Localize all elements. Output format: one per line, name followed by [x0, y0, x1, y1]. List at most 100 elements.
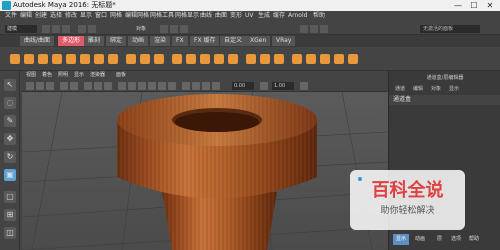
redo-icon[interactable]: [88, 25, 96, 33]
poly-sphere-icon[interactable]: [10, 54, 20, 64]
new-scene-icon[interactable]: [42, 25, 50, 33]
camera-icon[interactable]: [26, 82, 34, 90]
layer-menu-layers[interactable]: 层: [437, 234, 442, 245]
shelf-tab-animation[interactable]: 动画: [128, 36, 149, 46]
save-scene-icon[interactable]: [62, 25, 70, 33]
viewport-menu-show[interactable]: 显示: [74, 71, 84, 80]
scale-tool-icon[interactable]: ▣: [4, 169, 16, 181]
camera-lock-icon[interactable]: [36, 82, 44, 90]
menu-cache[interactable]: 缓存: [273, 11, 285, 21]
bridge-icon[interactable]: [186, 54, 196, 64]
viewport-menu-shading[interactable]: 着色: [42, 71, 52, 80]
menu-mesh-display[interactable]: 网格显示: [175, 11, 199, 21]
menu-modify[interactable]: 修改: [65, 11, 77, 21]
textured-icon[interactable]: [138, 82, 146, 90]
menu-mesh-tools[interactable]: 网格工具: [150, 11, 174, 21]
viewport-menu-lighting[interactable]: 照明: [58, 71, 68, 80]
backface-icon[interactable]: [212, 82, 220, 90]
smooth-icon[interactable]: [154, 54, 164, 64]
snap-grid-icon[interactable]: [160, 25, 168, 33]
select-tool-icon[interactable]: ↖: [4, 79, 16, 91]
lights-icon[interactable]: [148, 82, 156, 90]
channel-menu-edit[interactable]: 编辑: [413, 85, 423, 93]
snap-point-icon[interactable]: [180, 25, 188, 33]
snap-curve-icon[interactable]: [170, 25, 178, 33]
shelf-tab-rendering[interactable]: 渲染: [150, 36, 171, 46]
render-icon[interactable]: [300, 25, 308, 33]
layout-single-icon[interactable]: ▢: [4, 191, 16, 203]
resolution-gate-icon[interactable]: [94, 82, 102, 90]
xray-joints-icon[interactable]: [202, 82, 210, 90]
cylindrical-map-icon[interactable]: [334, 54, 344, 64]
smooth-shade-icon[interactable]: [128, 82, 136, 90]
poly-plane-icon[interactable]: [80, 54, 90, 64]
menu-edit[interactable]: 编辑: [20, 11, 32, 21]
shelf-tab-rigging[interactable]: 绑定: [106, 36, 127, 46]
poly-torus-icon[interactable]: [66, 54, 76, 64]
menu-deform[interactable]: 变形: [230, 11, 242, 21]
film-gate-icon[interactable]: [84, 82, 92, 90]
poly-cylinder-icon[interactable]: [38, 54, 48, 64]
layer-menu-help[interactable]: 帮助: [469, 234, 479, 245]
rotate-tool-icon[interactable]: ↻: [4, 151, 16, 163]
menu-generate[interactable]: 生成: [258, 11, 270, 21]
channel-menu-show[interactable]: 显示: [449, 85, 459, 93]
minimize-button[interactable]: —: [450, 0, 466, 11]
shelf-tab-fx[interactable]: FX: [172, 36, 188, 46]
menu-arnold[interactable]: Arnold: [288, 11, 307, 21]
shelf-tab-vray[interactable]: VRay: [272, 36, 296, 46]
combine-icon[interactable]: [126, 54, 136, 64]
shelf-tab-custom[interactable]: 自定义: [220, 36, 247, 46]
fill-hole-icon[interactable]: [228, 54, 238, 64]
tab-anim-layers[interactable]: 动画: [415, 234, 425, 245]
menu-create[interactable]: 创建: [35, 11, 47, 21]
grid-toggle-icon[interactable]: [70, 82, 78, 90]
poly-platonic-icon[interactable]: [108, 54, 118, 64]
shelf-tab-fx-caching[interactable]: FX 缓存: [190, 36, 220, 46]
append-polygon-icon[interactable]: [214, 54, 224, 64]
menu-curves[interactable]: 曲线: [200, 11, 212, 21]
poly-cone-icon[interactable]: [52, 54, 62, 64]
gate-mask-icon[interactable]: [104, 82, 112, 90]
extrude-icon[interactable]: [172, 54, 182, 64]
menu-mesh[interactable]: 网格: [110, 11, 122, 21]
menu-windows[interactable]: 窗口: [95, 11, 107, 21]
layout-two-icon[interactable]: ◫: [4, 227, 16, 239]
shelf-tab-xgen[interactable]: XGen: [246, 36, 271, 46]
viewport-menu-panels[interactable]: 面板: [116, 71, 126, 80]
tab-display-layers[interactable]: 显示: [393, 234, 410, 245]
bookmark-icon[interactable]: [46, 82, 54, 90]
edge-loop-icon[interactable]: [274, 54, 284, 64]
menu-help[interactable]: 帮助: [313, 11, 325, 21]
shelf-tab-polygons[interactable]: 多边形: [58, 36, 85, 46]
layout-four-icon[interactable]: ⊞: [4, 209, 16, 221]
lasso-tool-icon[interactable]: ◌: [4, 97, 16, 109]
viewport-menu-renderer[interactable]: 渲染器: [90, 71, 105, 80]
tab-channel-box[interactable]: 通道盒: [393, 95, 411, 105]
mode-select[interactable]: 建模: [5, 25, 37, 33]
exposure-field[interactable]: 0.00: [232, 82, 254, 90]
multi-cut-icon[interactable]: [246, 54, 256, 64]
viewport-menu-view[interactable]: 视图: [26, 71, 36, 80]
gamma-field[interactable]: 1.00: [272, 82, 294, 90]
ambient-occlusion-icon[interactable]: [168, 82, 176, 90]
xray-icon[interactable]: [192, 82, 200, 90]
maximize-button[interactable]: ☐: [466, 0, 482, 11]
open-scene-icon[interactable]: [52, 25, 60, 33]
auto-map-icon[interactable]: [320, 54, 330, 64]
spherical-map-icon[interactable]: [348, 54, 358, 64]
poly-disc-icon[interactable]: [94, 54, 104, 64]
undo-icon[interactable]: [78, 25, 86, 33]
move-tool-icon[interactable]: ✥: [4, 133, 16, 145]
channel-menu-object[interactable]: 对象: [431, 85, 441, 93]
shelf-tab-sculpt[interactable]: 雕刻: [84, 36, 105, 46]
isolate-select-icon[interactable]: [182, 82, 190, 90]
gamma-icon[interactable]: [260, 82, 268, 90]
close-button[interactable]: ✕: [482, 0, 498, 11]
channel-menu-channels[interactable]: 通道: [395, 85, 405, 93]
planar-map-icon[interactable]: [306, 54, 316, 64]
bevel-icon[interactable]: [200, 54, 210, 64]
color-management-icon[interactable]: [300, 82, 308, 90]
viewport-3d[interactable]: [22, 92, 388, 250]
menu-file[interactable]: 文件: [5, 11, 17, 21]
